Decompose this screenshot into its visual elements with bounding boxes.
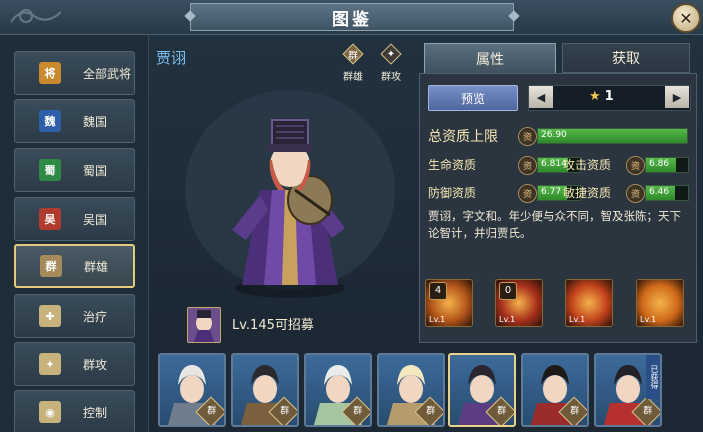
stat-label: 敏捷资质 <box>563 186 612 200</box>
aoe-badge-icon: ✦ <box>379 42 403 66</box>
hero-name: 贾诩 <box>156 49 187 67</box>
skill-icon[interactable]: Lv.1 <box>636 279 684 327</box>
skill-icon[interactable]: Lv.1 <box>565 279 613 327</box>
close-icon: ✕ <box>679 8 693 28</box>
sidebar-item-label: 控制 <box>83 405 108 420</box>
stat-label: 攻击资质 <box>563 158 612 172</box>
faction-badge-icon: 群 <box>341 42 365 66</box>
star-level: ★ 1 <box>589 89 614 104</box>
stat-label: 生命资质 <box>428 158 477 172</box>
aoe-icon: ✦ <box>39 353 61 375</box>
skill-level: Lv.1 <box>640 315 657 324</box>
sidebar-item-label: 治疗 <box>83 309 108 324</box>
star-selector: ◀ ★ 1 ▶ <box>528 85 691 111</box>
sidebar-item-label: 蜀国 <box>83 163 108 178</box>
star-level-value: 1 <box>604 89 614 104</box>
qunxiong-icon: 群 <box>40 255 62 277</box>
control-icon: ◉ <box>39 401 61 423</box>
wei-icon: 魏 <box>39 110 61 132</box>
aptitude-coin-icon: 资 <box>518 127 537 146</box>
sidebar-item-7[interactable]: ◉ 控制 <box>14 390 135 432</box>
hero-biography: 贾诩，字文和。年少便与众不同，智及张陈；天下论智计，并归贾氏。 <box>428 209 681 240</box>
hero-card[interactable]: 群 <box>158 353 226 427</box>
total-aptitude-label: 总资质上限 <box>428 129 498 145</box>
skill-icon[interactable]: 4 Lv.1 <box>425 279 473 327</box>
owned-badge: 已获得 <box>646 355 660 399</box>
preview-button[interactable]: 预览 <box>428 85 518 111</box>
codex-screen: 图鉴 ✕ 将全部武将魏魏国蜀蜀国吴吴国群群雄 ✚ 治疗 ✦ 群攻 ◉ 控制 贾诩 群 群雄 … <box>0 0 703 432</box>
skill-count-badge: 4 <box>429 282 447 300</box>
sidebar-item-0[interactable]: 将 全部武将 <box>14 51 135 95</box>
hero-model[interactable] <box>160 80 415 310</box>
star-prev-button[interactable]: ◀ <box>529 86 553 108</box>
stat-bar: 6.86 <box>645 157 689 173</box>
sidebar-item-4[interactable]: 群 群雄 <box>14 244 135 288</box>
skill-icon[interactable]: 0 Lv.1 <box>495 279 543 327</box>
hero-card[interactable]: 群 <box>377 353 445 427</box>
skill-level: Lv.1 <box>429 315 446 324</box>
aptitude-coin-icon: 资 <box>518 184 537 203</box>
aptitude-coin-icon: 资 <box>626 184 645 203</box>
skill-level: Lv.1 <box>569 315 586 324</box>
total-aptitude-value: 26.90 <box>541 130 567 140</box>
title-bar: 图鉴 ✕ <box>0 0 703 35</box>
stat-label: 防御资质 <box>428 186 477 200</box>
star-next-button[interactable]: ▶ <box>665 86 689 108</box>
sidebar-item-label: 群雄 <box>84 259 109 274</box>
tab-obtain[interactable]: 获取 <box>562 43 690 73</box>
skill-level: Lv.1 <box>499 315 516 324</box>
shu-icon: 蜀 <box>39 159 61 181</box>
sidebar-item-5[interactable]: ✚ 治疗 <box>14 294 135 338</box>
tab-attributes[interactable]: 属性 <box>424 43 556 73</box>
aptitude-coin-icon: 资 <box>518 156 537 175</box>
sidebar-item-3[interactable]: 吴 吴国 <box>14 197 135 241</box>
hero-card[interactable]: 群 <box>448 353 516 427</box>
close-button[interactable]: ✕ <box>671 3 701 33</box>
page-title: 图鉴 <box>332 9 372 30</box>
heal-icon: ✚ <box>39 305 61 327</box>
sidebar-item-label: 全部武将 <box>83 66 132 81</box>
stat-value: 6.77 <box>541 187 562 197</box>
cloud-ornament-icon <box>10 9 62 23</box>
all-generals-icon: 将 <box>39 62 61 84</box>
wu-icon: 吴 <box>39 208 61 230</box>
aptitude-coin-icon: 资 <box>626 156 645 175</box>
sidebar-item-label: 魏国 <box>83 114 108 129</box>
stat-value: 6.46 <box>649 187 670 197</box>
total-aptitude-bar: 26.90 <box>537 128 688 144</box>
chevron-right-icon: ▶ <box>672 90 682 104</box>
sidebar-item-6[interactable]: ✦ 群攻 <box>14 342 135 386</box>
title-plate: 图鉴 <box>190 3 514 31</box>
hero-card[interactable]: 群 <box>304 353 372 427</box>
skill-count-badge: 0 <box>499 282 517 300</box>
hero-portrait-thumbnail <box>187 307 221 343</box>
category-sidebar: 将 全部武将魏 魏国蜀 蜀国吴 吴国群 群雄 ✚ 治疗 ✦ 群攻 ◉ 控制 <box>0 35 149 432</box>
stat-bar: 6.46 <box>645 185 689 201</box>
hero-tag-role: ✦ 群攻 <box>375 42 407 83</box>
sidebar-item-2[interactable]: 蜀 蜀国 <box>14 148 135 192</box>
sidebar-item-label: 群攻 <box>83 357 108 372</box>
hero-card[interactable]: 群 <box>521 353 589 427</box>
recruit-requirement: Lv.145可招募 <box>232 318 314 333</box>
hero-card[interactable]: 群已获得 <box>594 353 662 427</box>
sidebar-item-label: 吴国 <box>83 212 108 227</box>
hero-tag-faction: 群 群雄 <box>337 42 369 83</box>
chevron-left-icon: ◀ <box>536 90 546 104</box>
star-icon: ★ <box>589 89 601 104</box>
stat-value: 6.86 <box>649 159 670 169</box>
sidebar-item-1[interactable]: 魏 魏国 <box>14 99 135 143</box>
hero-card[interactable]: 群 <box>231 353 299 427</box>
